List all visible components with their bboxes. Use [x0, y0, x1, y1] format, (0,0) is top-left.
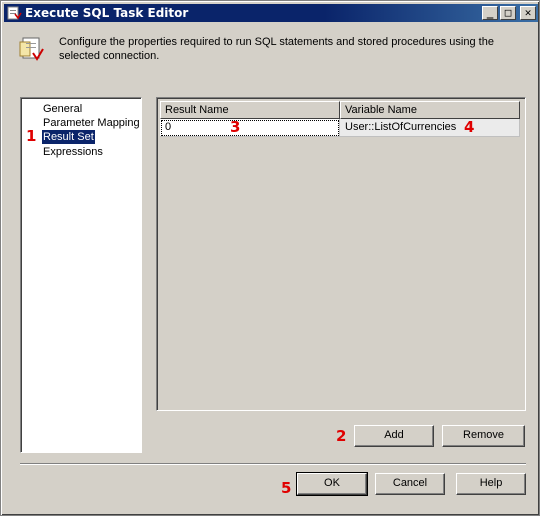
annotation-4: 4: [464, 118, 475, 136]
nav-item-result-set[interactable]: Result Set: [42, 130, 95, 144]
result-name-cell[interactable]: 0: [160, 119, 340, 137]
nav-item-parameter-mapping[interactable]: Parameter Mapping: [42, 116, 141, 130]
result-set-grid: Result Name Variable Name 0 User::ListOf…: [156, 97, 526, 411]
window-title: Execute SQL Task Editor: [25, 6, 189, 20]
annotation-3: 3: [230, 118, 241, 136]
variable-name-cell[interactable]: User::ListOfCurrencies: [340, 119, 520, 137]
title-bar[interactable]: Execute SQL Task Editor _ □ ✕: [4, 4, 538, 22]
help-button[interactable]: Help: [456, 473, 526, 495]
separator: [20, 463, 526, 465]
add-button[interactable]: Add: [354, 425, 434, 447]
ok-button[interactable]: OK: [296, 472, 368, 496]
nav-item-expressions[interactable]: Expressions: [42, 145, 104, 159]
annotation-5: 5: [281, 479, 292, 497]
sql-task-icon: [7, 6, 22, 20]
annotation-2: 2: [336, 427, 347, 445]
dialog-window: Execute SQL Task Editor _ □ ✕ Configure …: [0, 0, 540, 516]
task-document-icon: [19, 37, 44, 61]
close-button[interactable]: ✕: [520, 6, 536, 20]
header-description: Configure the properties required to run…: [59, 36, 494, 62]
nav-panel: General Parameter Mapping Result Set Exp…: [20, 97, 142, 453]
nav-item-general[interactable]: General: [42, 102, 83, 116]
column-header-result-name[interactable]: Result Name: [160, 101, 340, 119]
column-header-variable-name[interactable]: Variable Name: [340, 101, 520, 119]
minimize-button[interactable]: _: [482, 6, 498, 20]
maximize-button[interactable]: □: [500, 6, 516, 20]
annotation-1: 1: [26, 127, 37, 145]
cancel-button[interactable]: Cancel: [375, 473, 445, 495]
remove-button[interactable]: Remove: [442, 425, 525, 447]
